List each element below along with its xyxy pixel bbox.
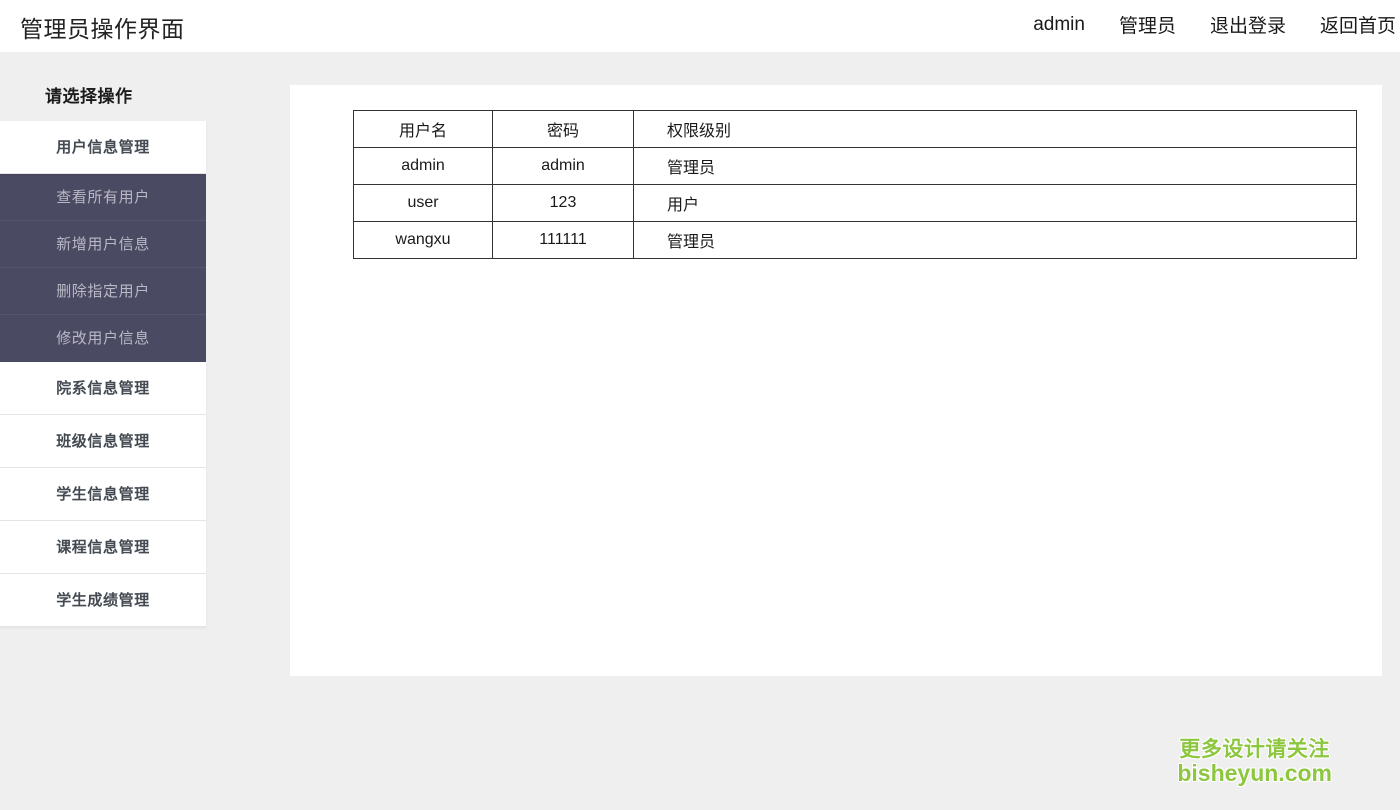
sidebar-item-user-management[interactable]: 用户信息管理 <box>0 121 206 174</box>
table-row: admin admin 管理员 <box>353 147 1357 185</box>
cell-password: admin <box>492 147 634 185</box>
column-header-username: 用户名 <box>353 110 493 148</box>
sidebar-item-class-management[interactable]: 班级信息管理 <box>0 415 206 468</box>
cell-username: user <box>353 184 493 222</box>
top-navigation: admin 管理员 退出登录 返回首页 <box>1033 11 1400 38</box>
cell-role: 管理员 <box>633 147 1357 185</box>
nav-item-home[interactable]: 返回首页 <box>1320 11 1396 38</box>
column-header-role: 权限级别 <box>633 110 1357 148</box>
cell-password: 111111 <box>492 221 634 259</box>
table-header: 用户名 密码 权限级别 <box>353 110 1357 148</box>
cell-role: 管理员 <box>633 221 1357 259</box>
watermark-line-1: 更多设计请关注 <box>1179 737 1330 761</box>
cell-username: wangxu <box>353 221 493 259</box>
page-title: 管理员操作界面 <box>20 16 185 42</box>
nav-item-logout[interactable]: 退出登录 <box>1210 11 1286 38</box>
table-row: wangxu 111111 管理员 <box>353 221 1357 259</box>
sidebar-menu: 用户信息管理 查看所有用户 新增用户信息 删除指定用户 修改用户信息 院系信息管… <box>0 121 206 627</box>
table-row: user 123 用户 <box>353 184 1357 222</box>
sidebar-item-course-management[interactable]: 课程信息管理 <box>0 521 206 574</box>
sidebar-heading: 请选择操作 <box>45 87 133 106</box>
sidebar-subitem-delete-user[interactable]: 删除指定用户 <box>0 268 206 315</box>
sidebar-subitem-add-user[interactable]: 新增用户信息 <box>0 221 206 268</box>
column-header-password: 密码 <box>492 110 634 148</box>
content-panel: 用户名 密码 权限级别 admin admin 管理员 user 123 用户 … <box>290 85 1382 676</box>
top-header: 管理员操作界面 admin 管理员 退出登录 返回首页 <box>0 0 1400 52</box>
sidebar-submenu-user-management: 查看所有用户 新增用户信息 删除指定用户 修改用户信息 <box>0 174 206 362</box>
sidebar-group-user-management: 用户信息管理 查看所有用户 新增用户信息 删除指定用户 修改用户信息 <box>0 121 206 362</box>
sidebar-item-department-management[interactable]: 院系信息管理 <box>0 362 206 415</box>
table-body: admin admin 管理员 user 123 用户 wangxu 11111… <box>353 147 1357 259</box>
table-header-row: 用户名 密码 权限级别 <box>353 110 1357 148</box>
sidebar-subitem-view-all-users[interactable]: 查看所有用户 <box>0 174 206 221</box>
sidebar-item-student-management[interactable]: 学生信息管理 <box>0 468 206 521</box>
user-table: 用户名 密码 权限级别 admin admin 管理员 user 123 用户 … <box>353 110 1357 259</box>
watermark: 更多设计请关注 bisheyun.com <box>1177 737 1332 786</box>
sidebar-subitem-edit-user[interactable]: 修改用户信息 <box>0 315 206 362</box>
watermark-line-2: bisheyun.com <box>1177 759 1332 786</box>
nav-item-username[interactable]: admin <box>1033 14 1085 36</box>
sidebar: 请选择操作 用户信息管理 查看所有用户 新增用户信息 删除指定用户 修改用户信息… <box>0 52 215 627</box>
cell-password: 123 <box>492 184 634 222</box>
nav-item-role[interactable]: 管理员 <box>1119 11 1176 38</box>
cell-role: 用户 <box>633 184 1357 222</box>
cell-username: admin <box>353 147 493 185</box>
sidebar-item-grade-management[interactable]: 学生成绩管理 <box>0 574 206 627</box>
